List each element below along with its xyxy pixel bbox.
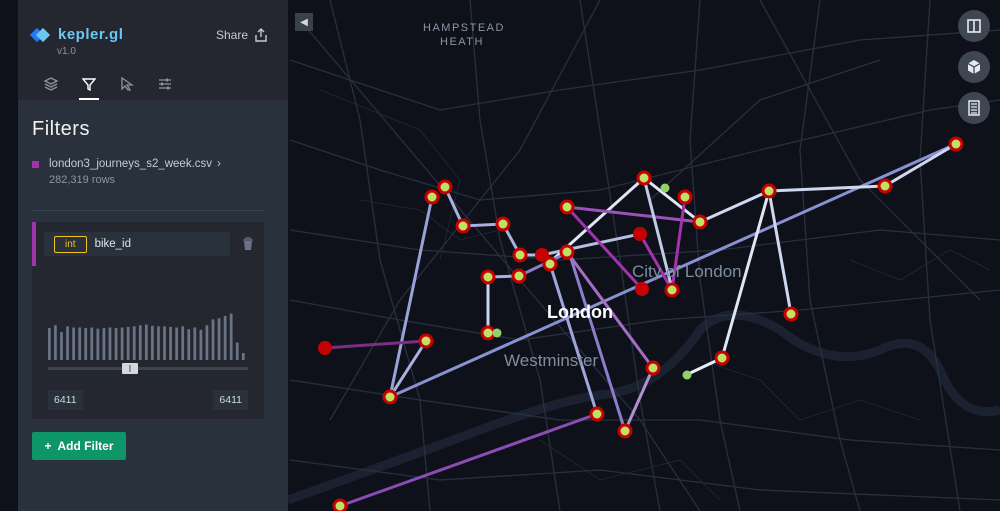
filter-color-bar bbox=[32, 222, 36, 266]
share-label: Share bbox=[215, 28, 248, 42]
histogram-bar bbox=[181, 326, 185, 360]
histogram-bar bbox=[229, 313, 233, 360]
histogram-bar bbox=[96, 328, 100, 360]
panel-header: kepler.gl v1.0 Share bbox=[18, 0, 288, 100]
range-max-input[interactable]: 6411 bbox=[213, 390, 248, 410]
map-label-westminster: Westminster bbox=[504, 351, 599, 370]
layers-icon bbox=[44, 77, 58, 91]
histogram-bar bbox=[235, 342, 239, 360]
chevron-right-icon: › bbox=[217, 158, 221, 170]
histogram-bar bbox=[84, 328, 88, 360]
histogram-bar bbox=[223, 315, 227, 360]
histogram bbox=[48, 313, 245, 360]
histogram-bar bbox=[144, 324, 148, 360]
dataset-color-swatch bbox=[32, 160, 39, 168]
histogram-bar bbox=[126, 326, 130, 360]
map-label-heath: HEATH bbox=[440, 36, 484, 48]
tab-filters[interactable] bbox=[70, 70, 108, 100]
chevron-left-icon: ◀ bbox=[300, 16, 308, 28]
3d-icon bbox=[967, 60, 981, 74]
histogram-bar bbox=[132, 326, 136, 360]
filter-icon bbox=[82, 78, 96, 91]
field-type-badge: int bbox=[54, 235, 87, 253]
dataset-info[interactable]: london3_journeys_s2_week.csv › 282,319 r… bbox=[32, 158, 221, 186]
histogram-bar bbox=[157, 326, 160, 360]
split-map-button[interactable] bbox=[958, 10, 990, 42]
split-map-icon bbox=[967, 19, 981, 33]
3d-view-button[interactable] bbox=[958, 51, 990, 83]
histogram-bar bbox=[138, 325, 142, 360]
histogram-bar bbox=[187, 329, 191, 360]
histogram-bar bbox=[78, 327, 82, 360]
dataset-name: london3_journeys_s2_week.csv bbox=[49, 158, 213, 170]
cursor-icon bbox=[121, 77, 134, 91]
histogram-bar bbox=[60, 332, 63, 360]
histogram-bar bbox=[175, 327, 178, 360]
trash-icon[interactable] bbox=[242, 237, 254, 251]
range-min-input[interactable]: 6411 bbox=[48, 390, 83, 410]
filter-field-selector[interactable]: int bike_id bbox=[44, 232, 230, 256]
map-label-london: London bbox=[547, 302, 613, 322]
tab-layers[interactable] bbox=[32, 70, 70, 98]
kepler-logo-icon bbox=[32, 28, 50, 42]
filter-card: int bike_id 6411 6411 bbox=[32, 222, 264, 419]
histogram-bar bbox=[48, 328, 51, 360]
side-panel: kepler.gl v1.0 Share Filters london3_jou… bbox=[18, 0, 288, 511]
collapse-panel-button[interactable]: ◀ bbox=[295, 13, 313, 31]
panel-title: Filters bbox=[32, 118, 90, 140]
histogram-bar bbox=[114, 328, 118, 360]
histogram-bar bbox=[54, 325, 57, 360]
histogram-bar bbox=[72, 327, 75, 360]
histogram-bar bbox=[90, 327, 94, 360]
share-button[interactable]: Share bbox=[216, 28, 268, 42]
app-version: v1.0 bbox=[57, 46, 76, 57]
histogram-bar bbox=[199, 329, 203, 360]
histogram-bar bbox=[120, 327, 124, 360]
histogram-bar bbox=[163, 326, 166, 360]
histogram-bar bbox=[66, 326, 69, 360]
tab-interactions[interactable] bbox=[108, 70, 146, 98]
histogram-bar bbox=[102, 328, 106, 360]
legend-button[interactable] bbox=[958, 92, 990, 124]
histogram-bar bbox=[108, 327, 112, 360]
legend-icon bbox=[968, 100, 980, 116]
app-name: kepler.gl bbox=[58, 26, 124, 43]
histogram-bar bbox=[205, 325, 209, 360]
share-icon bbox=[255, 28, 267, 42]
app-logo: kepler.gl bbox=[32, 26, 123, 43]
plus-icon: + bbox=[44, 439, 52, 453]
add-filter-button[interactable]: + Add Filter bbox=[32, 432, 126, 460]
field-name: bike_id bbox=[94, 238, 132, 250]
map-label-hampstead: HAMPSTEAD bbox=[423, 22, 505, 34]
histogram-bar bbox=[151, 325, 154, 360]
histogram-bar bbox=[193, 327, 197, 360]
range-slider-track[interactable] bbox=[48, 367, 248, 370]
histogram-bar bbox=[211, 319, 215, 360]
divider bbox=[32, 210, 264, 211]
sliders-icon bbox=[159, 78, 171, 90]
histogram-bar bbox=[241, 353, 245, 360]
histogram-bar bbox=[169, 326, 172, 360]
map-label-city-of-london: City of London bbox=[632, 262, 742, 281]
add-filter-label: Add Filter bbox=[57, 439, 114, 453]
tab-map-settings[interactable] bbox=[146, 70, 184, 98]
dataset-rows: 282,319 rows bbox=[49, 174, 116, 186]
histogram-bar bbox=[217, 318, 221, 360]
range-slider-handle[interactable] bbox=[122, 363, 138, 374]
panel-tabs bbox=[32, 70, 184, 100]
